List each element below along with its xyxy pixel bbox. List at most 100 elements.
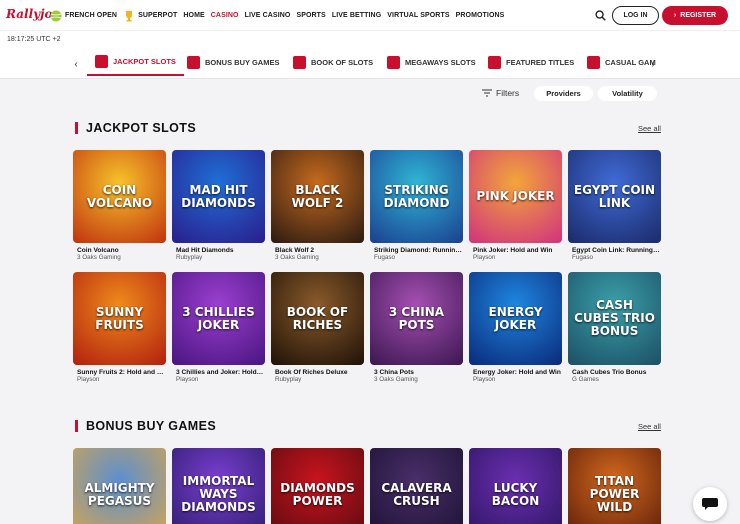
nav-sports[interactable]: Sports <box>296 12 325 19</box>
bonus-buy-icon <box>187 56 200 69</box>
game-tile[interactable]: Coin Volcano Coin Volcano 3 Oaks Gaming <box>73 150 166 261</box>
game-tile[interactable]: Titan Power Wild <box>568 448 661 524</box>
tab-featured-titles[interactable]: Featured Titles <box>488 49 574 76</box>
tab-label: Megaways Slots <box>405 58 476 67</box>
game-art-title: Immortal Ways Diamonds <box>181 474 256 514</box>
game-thumbnail[interactable]: Egypt Coin Link <box>568 150 661 243</box>
see-all-link[interactable]: See all <box>638 422 661 431</box>
game-thumbnail[interactable]: Mad Hit Diamonds <box>172 150 265 243</box>
game-art-title: Almighty Pegasus <box>84 480 155 508</box>
nav-superpot[interactable]: Superpot <box>123 10 177 22</box>
game-tile[interactable]: Cash Cubes Trio Bonus Cash Cubes Trio Bon… <box>568 272 661 383</box>
game-art-title: Coin Volcano <box>86 182 153 210</box>
tab-casual-games[interactable]: Casual Gam <box>587 49 656 76</box>
chat-button[interactable] <box>693 487 727 521</box>
nav-live-betting[interactable]: Live Betting <box>332 12 381 19</box>
game-tile[interactable]: Immortal Ways Diamonds <box>172 448 265 524</box>
tab-label: Featured Titles <box>506 58 575 67</box>
game-thumbnail[interactable]: Striking Diamond <box>370 150 463 243</box>
filter-icon <box>482 89 492 97</box>
volatility-dropdown[interactable]: Volatility <box>598 86 657 101</box>
game-tile[interactable]: Pink Joker Pink Joker: Hold and Win Playso… <box>469 150 562 261</box>
game-art-title: Calavera Crush <box>381 480 452 508</box>
nav-french-open[interactable]: French Open <box>50 10 117 22</box>
game-thumbnail[interactable]: Sunny Fruits <box>73 272 166 365</box>
game-tile[interactable]: Almighty Pegasus <box>73 448 166 524</box>
clock-display: 18:17:25 UTC +2 <box>7 36 61 43</box>
featured-icon <box>488 56 501 69</box>
section-title-jackpot-slots: Jackpot Slots <box>75 122 196 134</box>
game-tile[interactable]: Diamonds Power <box>271 448 364 524</box>
providers-dropdown[interactable]: Providers <box>534 86 593 101</box>
tab-label: Book of Slots <box>311 58 374 67</box>
game-tile[interactable]: 3 Chillies Joker 3 Chillies and Joker: Ho… <box>172 272 265 383</box>
time-bar: 18:17:25 UTC +2 <box>0 31 740 49</box>
game-name: Cash Cubes Trio Bonus <box>572 369 647 376</box>
casual-games-icon <box>587 56 600 69</box>
game-thumbnail[interactable]: Diamonds Power <box>271 448 364 524</box>
game-tile[interactable]: 3 China Pots 3 China Pots 3 Oaks Gaming <box>370 272 463 383</box>
game-provider: 3 Oaks Gaming <box>275 254 319 261</box>
tab-bonus-buy-games[interactable]: Bonus Buy Games <box>187 49 279 76</box>
see-all-link[interactable]: See all <box>638 124 661 133</box>
game-thumbnail[interactable]: Immortal Ways Diamonds <box>172 448 265 524</box>
nav-virtual-sports[interactable]: Virtual Sports <box>387 12 449 19</box>
game-name: Black Wolf 2 <box>275 247 315 254</box>
game-provider: Playson <box>77 376 100 383</box>
game-thumbnail[interactable]: Coin Volcano <box>73 150 166 243</box>
game-art-title: Mad Hit Diamonds <box>181 182 256 210</box>
trophy-icon <box>126 10 133 21</box>
game-provider: 3 Oaks Gaming <box>77 254 121 261</box>
game-thumbnail[interactable]: Pink Joker <box>469 150 562 243</box>
tab-jackpot-slots[interactable]: Jackpot Slots <box>87 49 184 76</box>
game-tile[interactable]: Calavera Crush <box>370 448 463 524</box>
game-name: Pink Joker: Hold and Win <box>473 247 553 254</box>
game-provider: Playson <box>473 376 496 383</box>
game-art-title: Diamonds Power <box>280 480 355 508</box>
filters-toggle[interactable]: Filters <box>482 88 519 98</box>
game-name: Mad Hit Diamonds <box>176 247 234 254</box>
nav-home[interactable]: Home <box>183 12 204 19</box>
game-thumbnail[interactable]: Energy Joker <box>469 272 562 365</box>
game-tile[interactable]: Egypt Coin Link Egypt Coin Link: Running … <box>568 150 661 261</box>
game-thumbnail[interactable]: Lucky Bacon <box>469 448 562 524</box>
game-tile[interactable]: Book of Riches Book Of Riches Deluxe Rubyp… <box>271 272 364 383</box>
game-tile[interactable]: Energy Joker Energy Joker: Hold and Win Pl… <box>469 272 562 383</box>
game-tile[interactable]: Sunny Fruits Sunny Fruits 2: Hold and Win… <box>73 272 166 383</box>
game-tile[interactable]: Striking Diamond Striking Diamond: Runnin… <box>370 150 463 261</box>
tab-book-of-slots[interactable]: Book of Slots <box>293 49 373 76</box>
game-tile[interactable]: Black Wolf 2 Black Wolf 23 Oaks Gaming <box>271 150 364 261</box>
search-icon[interactable] <box>595 10 606 21</box>
login-button[interactable]: LOG IN <box>612 6 659 25</box>
game-tile[interactable]: Mad Hit Diamonds Mad Hit Diamonds Rubyplay <box>172 150 265 261</box>
nav-promotions[interactable]: Promotions <box>456 12 505 19</box>
filters-label: Filters <box>496 88 520 98</box>
tab-label: Bonus Buy Games <box>205 58 280 67</box>
main-nav: French Open Superpot Home Casino Live Ca… <box>50 0 504 31</box>
game-provider: G Games <box>572 376 599 383</box>
chevron-right-icon[interactable]: › <box>648 58 658 70</box>
game-provider: 3 Oaks Gaming <box>374 376 418 383</box>
tab-megaways-slots[interactable]: Megaways Slots <box>387 49 476 76</box>
chevron-left-icon[interactable]: ‹ <box>71 58 81 70</box>
game-thumbnail[interactable]: 3 Chillies Joker <box>172 272 265 365</box>
game-thumbnail[interactable]: 3 China Pots <box>370 272 463 365</box>
game-thumbnail[interactable]: Black Wolf 2 <box>271 150 364 243</box>
game-thumbnail[interactable]: Book of Riches <box>271 272 364 365</box>
nav-casino[interactable]: Casino <box>211 12 239 19</box>
game-name: 3 China Pots <box>374 369 414 376</box>
game-thumbnail[interactable]: Cash Cubes Trio Bonus <box>568 272 661 365</box>
register-button[interactable]: › REGISTER <box>662 6 728 25</box>
nav-live-casino[interactable]: Live Casino <box>245 12 291 19</box>
game-art-title: Egypt Coin Link <box>573 182 656 210</box>
game-art-title: Lucky Bacon <box>491 480 540 508</box>
game-name: Energy Joker: Hold and Win <box>473 369 561 376</box>
top-navigation: Rallyjoe French Open Superpot Home Casin… <box>0 0 740 31</box>
category-tabs: ‹ Jackpot Slots Bonus Buy Games Book of … <box>0 49 740 79</box>
game-thumbnail[interactable]: Almighty Pegasus <box>73 448 166 524</box>
game-thumbnail[interactable]: Titan Power Wild <box>568 448 661 524</box>
game-thumbnail[interactable]: Calavera Crush <box>370 448 463 524</box>
game-art-title: 3 Chillies Joker <box>182 304 255 332</box>
register-label: REGISTER <box>680 12 717 19</box>
game-tile[interactable]: Lucky Bacon <box>469 448 562 524</box>
